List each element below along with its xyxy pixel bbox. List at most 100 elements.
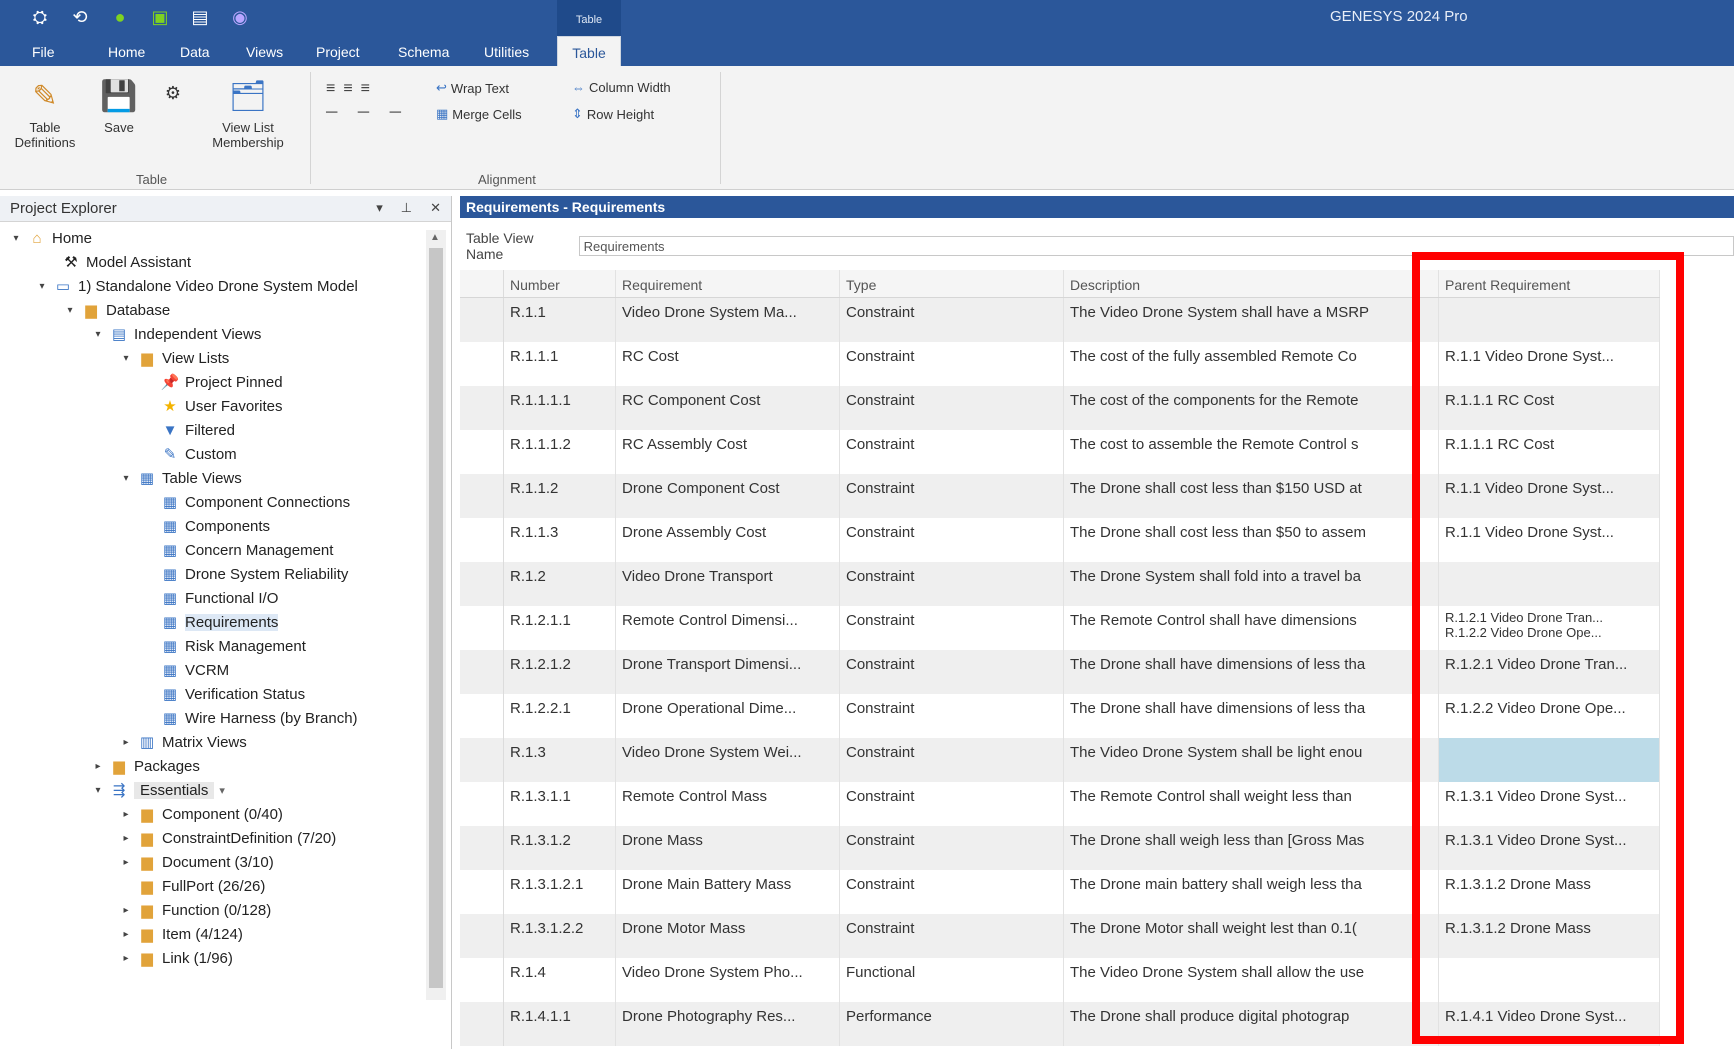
cell-description[interactable]: The cost to assemble the Remote Control … (1064, 430, 1439, 474)
row-header[interactable] (460, 826, 504, 870)
row-header-corner[interactable] (460, 270, 504, 297)
cell-number[interactable]: R.1.3.1.2 (504, 826, 616, 870)
cell-requirement[interactable]: Drone Transport Dimensi... (616, 650, 840, 694)
cell-number[interactable]: R.1.3.1.1 (504, 782, 616, 826)
column-header-type[interactable]: Type (840, 270, 1064, 297)
tree-node-document[interactable]: ▸ ▆ Document (3/10) (120, 850, 273, 874)
tree-node-database[interactable]: ▾ ▆ Database (64, 298, 170, 322)
tree-node-constraint-definition[interactable]: ▸ ▆ ConstraintDefinition (7/20) (120, 826, 336, 850)
cell-type[interactable]: Constraint (840, 782, 1064, 826)
cell-description[interactable]: The Drone shall weigh less than [Gross M… (1064, 826, 1439, 870)
cell-type[interactable]: Constraint (840, 870, 1064, 914)
align-bottom-buttons[interactable]: ─ ─ ─ (326, 104, 409, 122)
cell-description[interactable]: The Drone System shall fold into a trave… (1064, 562, 1439, 606)
tree-node-risk-management[interactable]: ▦ Risk Management (160, 634, 306, 658)
database-icon[interactable]: ▣ (148, 5, 172, 29)
column-width-button[interactable]: ⇔ Column Width (572, 80, 671, 95)
column-header-description[interactable]: Description (1064, 270, 1439, 297)
connect-icon[interactable]: ⛭ (28, 5, 52, 29)
pin-panel-icon[interactable]: ⊥ (401, 200, 412, 216)
cell-number[interactable]: R.1.1.1.2 (504, 430, 616, 474)
collapse-icon[interactable]: ▾ (120, 353, 132, 364)
collapse-icon[interactable]: ▾ (10, 233, 22, 244)
collapse-icon[interactable]: ▾ (92, 329, 104, 340)
row-header[interactable] (460, 430, 504, 474)
merge-cells-button[interactable]: ▦ Merge Cells (436, 106, 522, 122)
cell-description[interactable]: The cost of the components for the Remot… (1064, 386, 1439, 430)
cell-description[interactable]: The Drone shall have dimensions of less … (1064, 694, 1439, 738)
cell-type[interactable]: Constraint (840, 738, 1064, 782)
tree-node-item[interactable]: ▸ ▆ Item (4/124) (120, 922, 242, 946)
row-header[interactable] (460, 870, 504, 914)
expand-icon[interactable]: ▸ (120, 809, 132, 820)
cell-description[interactable]: The Drone shall have dimensions of less … (1064, 650, 1439, 694)
row-header[interactable] (460, 1002, 504, 1046)
cell-description[interactable]: The Drone Motor shall weight lest than 0… (1064, 914, 1439, 958)
collapse-icon[interactable]: ▾ (36, 281, 48, 292)
cell-number[interactable]: R.1.3.1.2.2 (504, 914, 616, 958)
cell-requirement[interactable]: Drone Component Cost (616, 474, 840, 518)
tree-node-component[interactable]: ▸ ▆ Component (0/40) (120, 802, 282, 826)
cell-requirement[interactable]: Drone Main Battery Mass (616, 870, 840, 914)
expand-icon[interactable]: ▸ (120, 737, 132, 748)
row-height-button[interactable]: ⇕ Row Height (572, 106, 654, 122)
tab-utilities[interactable]: Utilities (484, 36, 529, 66)
sync-icon[interactable]: ⟲ (68, 5, 92, 29)
tree-node-essentials[interactable]: ▾ ⇶ Essentials ▾ (92, 778, 225, 802)
help-icon[interactable]: ◉ (228, 5, 252, 29)
cell-requirement[interactable]: Video Drone Transport (616, 562, 840, 606)
column-header-number[interactable]: Number (504, 270, 616, 297)
cell-requirement[interactable]: Drone Photography Res... (616, 1002, 840, 1046)
cell-type[interactable]: Constraint (840, 826, 1064, 870)
cell-requirement[interactable]: Drone Assembly Cost (616, 518, 840, 562)
tree-node-wire-harness[interactable]: ▦ Wire Harness (by Branch) (160, 706, 358, 730)
cell-number[interactable]: R.1.1.1 (504, 342, 616, 386)
tree-node-requirements[interactable]: ▦ Requirements (160, 610, 279, 634)
row-header[interactable] (460, 782, 504, 826)
cell-requirement[interactable]: Drone Motor Mass (616, 914, 840, 958)
tree-node-concern-management[interactable]: ▦ Concern Management (160, 538, 334, 562)
explorer-scrollbar[interactable]: ▲ (426, 230, 446, 1000)
scrollbar-thumb[interactable] (429, 248, 443, 988)
row-header[interactable] (460, 562, 504, 606)
cell-description[interactable]: The Drone shall cost less than $50 to as… (1064, 518, 1439, 562)
tree-node-filtered[interactable]: ▼ Filtered (160, 418, 235, 442)
table-definitions-button[interactable]: ✎ Table Definitions (4, 76, 86, 150)
cell-number[interactable]: R.1.1 (504, 298, 616, 342)
cell-description[interactable]: The Video Drone System shall be light en… (1064, 738, 1439, 782)
tree-node-fullport[interactable]: ▆ FullPort (26/26) (120, 874, 265, 898)
cell-description[interactable]: The Drone shall cost less than $150 USD … (1064, 474, 1439, 518)
cell-type[interactable]: Constraint (840, 606, 1064, 650)
cell-requirement[interactable]: Drone Mass (616, 826, 840, 870)
tree-node-link[interactable]: ▸ ▆ Link (1/96) (120, 946, 232, 970)
cell-requirement[interactable]: Video Drone System Ma... (616, 298, 840, 342)
tab-views[interactable]: Views (246, 36, 283, 66)
cell-requirement[interactable]: RC Component Cost (616, 386, 840, 430)
row-header[interactable] (460, 474, 504, 518)
cell-number[interactable]: R.1.4.1.1 (504, 1002, 616, 1046)
cell-number[interactable]: R.1.1.2 (504, 474, 616, 518)
tab-project[interactable]: Project (316, 36, 360, 66)
cell-description[interactable]: The Video Drone System shall allow the u… (1064, 958, 1439, 1002)
expand-icon[interactable]: ▸ (120, 857, 132, 868)
cell-description[interactable]: The Drone main battery shall weigh less … (1064, 870, 1439, 914)
collapse-icon[interactable]: ▾ (120, 473, 132, 484)
cell-requirement[interactable]: Video Drone System Pho... (616, 958, 840, 1002)
cell-type[interactable]: Constraint (840, 650, 1064, 694)
tab-data[interactable]: Data (180, 36, 210, 66)
expand-icon[interactable]: ▸ (120, 833, 132, 844)
cell-type[interactable]: Constraint (840, 386, 1064, 430)
expand-icon[interactable]: ▸ (120, 929, 132, 940)
settings-button[interactable]: ⚙ (160, 84, 186, 102)
cell-number[interactable]: R.1.2.1.2 (504, 650, 616, 694)
collapse-icon[interactable]: ▾ (64, 305, 76, 316)
tree-node-user-favorites[interactable]: ★ User Favorites (160, 394, 282, 418)
cell-requirement[interactable]: Drone Operational Dime... (616, 694, 840, 738)
cell-description[interactable]: The Remote Control shall have dimensions (1064, 606, 1439, 650)
cell-type[interactable]: Constraint (840, 430, 1064, 474)
row-header[interactable] (460, 650, 504, 694)
cell-number[interactable]: R.1.3 (504, 738, 616, 782)
cell-type[interactable]: Constraint (840, 914, 1064, 958)
green-status-icon[interactable]: ● (108, 5, 132, 29)
tab-schema[interactable]: Schema (398, 36, 449, 66)
